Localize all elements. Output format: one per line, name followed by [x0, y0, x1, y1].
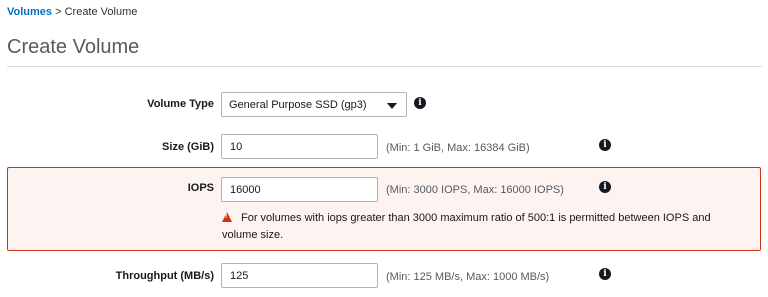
breadcrumb-separator: >: [55, 6, 62, 18]
breadcrumb: Volumes > Create Volume: [7, 6, 137, 18]
volume-type-info-icon[interactable]: i: [414, 97, 426, 109]
throughput-label: Throughput (MB/s): [115, 270, 214, 282]
volume-type-selected: General Purpose SSD (gp3): [229, 99, 367, 111]
iops-input[interactable]: [221, 177, 378, 202]
size-label: Size (GiB): [162, 141, 214, 153]
throughput-info-icon[interactable]: i: [599, 268, 611, 280]
page-title: Create Volume: [7, 36, 140, 58]
iops-error-message: For volumes with iops greater than 3000 …: [222, 212, 711, 241]
breadcrumb-current: Create Volume: [64, 6, 138, 18]
create-volume-page: Volumes > Create Volume Create Volume Vo…: [0, 0, 768, 297]
volume-type-label: Volume Type: [147, 98, 214, 110]
size-info-icon[interactable]: i: [599, 139, 611, 151]
size-hint: (Min: 1 GiB, Max: 16384 GiB): [386, 142, 530, 154]
size-input[interactable]: [221, 134, 378, 159]
chevron-down-icon: [387, 103, 397, 109]
throughput-input[interactable]: [221, 263, 378, 288]
volume-type-select[interactable]: General Purpose SSD (gp3): [221, 92, 407, 117]
iops-hint: (Min: 3000 IOPS, Max: 16000 IOPS): [386, 184, 564, 196]
iops-info-icon[interactable]: i: [599, 181, 611, 193]
title-divider: [7, 66, 762, 67]
throughput-hint: (Min: 125 MB/s, Max: 1000 MB/s): [386, 271, 550, 283]
iops-label: IOPS: [187, 182, 214, 194]
breadcrumb-link-volumes[interactable]: Volumes: [7, 6, 52, 18]
